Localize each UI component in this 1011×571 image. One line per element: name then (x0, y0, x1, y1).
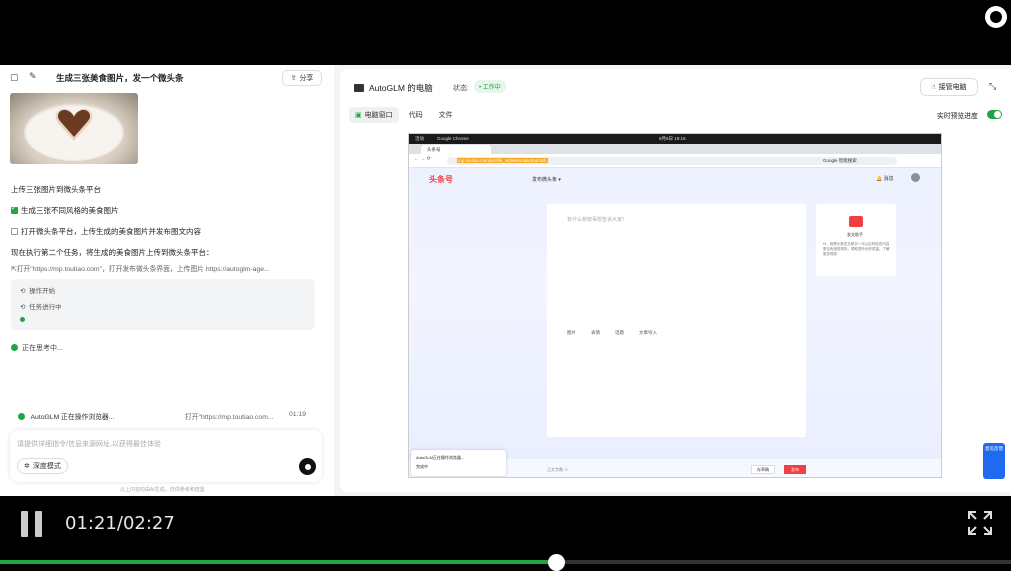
progress-fill (0, 560, 557, 564)
progress-dot (20, 317, 25, 324)
browser-tab[interactable]: 头条号 (421, 145, 491, 154)
live-preview-toggle[interactable] (987, 110, 1002, 119)
collapse-icon[interactable]: ⤡ (989, 81, 996, 92)
message-executing: 现在执行第二个任务，将生成的美食图片上传到微头条平台： (11, 248, 214, 257)
publish-button[interactable]: 发布 (784, 465, 806, 474)
deep-mode-button[interactable]: ✲ 深度模式 (17, 458, 68, 474)
step-item: ⟲ 操作开始 (20, 288, 56, 295)
remote-desktop-screen[interactable]: 活动 Google Chrome 8月8日 19:15 头条号 ← → ⟳ mp… (408, 133, 942, 478)
editor-tool-emoji[interactable]: 表情 (591, 330, 600, 336)
message-upload-line: 上传三张图片到微头条平台 (11, 185, 101, 194)
green-dot-icon (18, 413, 25, 420)
live-preview-label: 实时预览进度 (937, 113, 978, 120)
post-editor[interactable]: 有什么新鲜事想告诉大家？ 图片 表情 话题 文章导入 (547, 204, 806, 437)
checked-box-icon (11, 204, 18, 214)
task-item-done: 生成三张不同风格的美食图片 (11, 204, 119, 216)
sidebar-toggle-icon[interactable]: ▢ (10, 72, 19, 83)
nav-arrows-icon[interactable]: ← → ⟳ (414, 156, 431, 162)
operation-status-row[interactable]: AutoGLM 正在操作浏览器... 打开"https://mp.toutiao… (11, 411, 311, 421)
action-detail: ⇱打开"https://mp.toutiao.com"，打开发布微头条界面，上传… (11, 266, 270, 273)
playback-time: 01:21/02:27 (65, 513, 175, 534)
video-player-controls: 01:21/02:27 (0, 496, 1011, 571)
notification-icon[interactable] (985, 6, 1007, 28)
message-bell[interactable]: 🔔 消息 (876, 175, 894, 182)
step-icon: ⟲ (20, 288, 26, 295)
computer-title: AutoGLM 的电脑 (354, 82, 433, 94)
video-top-bar (0, 0, 1011, 65)
app-window: ▢ ✎ 生成三张美食图片，发一个微头条 ⇪ 分享 上传三张图片到微头条平台 生成… (0, 65, 1011, 496)
chat-panel: ▢ ✎ 生成三张美食图片，发一个微头条 ⇪ 分享 上传三张图片到微头条平台 生成… (0, 65, 334, 496)
editor-tool-import[interactable]: 文章导入 (639, 330, 657, 336)
clock: 8月8日 19:15 (659, 136, 686, 141)
writing-assistant-card: 发文助手 Hi，我是头条发文助手～可以实时检查内容是否有违规风险，帮助提升创作质… (816, 204, 896, 276)
agent-overlay-status: AutoGLM正在操作浏览器... 完成中 (411, 450, 506, 476)
send-button[interactable] (299, 458, 316, 475)
green-dot-icon (11, 344, 18, 351)
atom-icon: ✲ (24, 463, 30, 470)
chat-input-box[interactable]: 请提供详细指令/信息来源网址,以获得最佳体验 ✲ 深度模式 (10, 430, 322, 482)
tab-code[interactable]: 代码 (403, 107, 429, 123)
chat-title: 生成三张美食图片，发一个微头条 (56, 73, 184, 83)
word-count: 正文字数: 0 (547, 467, 568, 472)
feedback-float-button[interactable]: 意见反馈 (983, 443, 1005, 479)
computer-tabs: ▣ 电脑窗口 代码 文件 (349, 107, 459, 123)
status-label: 状态: (453, 85, 469, 92)
thinking-indicator: 正在思考中... (11, 343, 63, 353)
tab-files[interactable]: 文件 (433, 107, 459, 123)
browser-toolbar: ← → ⟳ mp.toutiao.com/profile_v4/weitouti… (409, 154, 941, 168)
step-icon: ⟲ (20, 304, 26, 311)
editor-tool-topic[interactable]: 话题 (615, 330, 624, 336)
robot-icon (849, 216, 863, 227)
chat-input-placeholder[interactable]: 请提供详细指令/信息来源网址,以获得最佳体验 (17, 439, 161, 449)
editor-tool-image[interactable]: 图片 (567, 330, 576, 336)
share-button[interactable]: ⇪ 分享 (282, 70, 322, 86)
pause-button[interactable] (21, 511, 43, 537)
toutiao-page: 头条号 发布微头条 ▾ 🔔 消息 有什么新鲜事想告诉大家？ 图片 表情 话题 文… (409, 168, 941, 477)
ubuntu-top-bar: 活动 Google Chrome 8月8日 19:15 (409, 134, 941, 144)
monitor-icon (354, 84, 364, 92)
browser-tab-strip: 头条号 (409, 144, 941, 154)
takeover-button[interactable]: ☝ 接管电脑 (920, 78, 978, 96)
unchecked-box-icon (11, 228, 18, 235)
editor-placeholder[interactable]: 有什么新鲜事想告诉大家？ (567, 216, 627, 223)
tab-computer-window[interactable]: ▣ 电脑窗口 (349, 107, 399, 123)
save-draft-button[interactable]: 存草稿 (751, 465, 775, 474)
avatar[interactable] (911, 173, 920, 182)
publish-menu[interactable]: 发布微头条 ▾ (532, 176, 561, 183)
toutiao-logo[interactable]: 头条号 (429, 174, 453, 185)
fullscreen-icon[interactable] (967, 510, 993, 536)
hand-icon: ☝ (931, 84, 936, 91)
computer-panel: AutoGLM 的电脑 状态: • 工作中 ☝ 接管电脑 ⤡ ▣ 电脑窗口 代码 文… (340, 69, 1011, 492)
progress-track[interactable] (0, 560, 1011, 564)
new-chat-icon[interactable]: ✎ (29, 71, 37, 82)
progress-knob[interactable] (548, 554, 566, 571)
share-icon: ⇪ (290, 75, 297, 82)
step-item: ⟲ 任务进行中 (20, 304, 62, 311)
editor-toolbar: 图片 表情 话题 文章导入 (567, 330, 657, 336)
google-search-chip[interactable]: Google 智能搜索 (823, 157, 857, 165)
chat-header: ▢ ✎ 生成三张美食图片，发一个微头条 ⇪ 分享 (0, 65, 334, 91)
disclaimer: 以上内容均由AI生成，仅供参考和借鉴 (120, 487, 205, 493)
window-icon: ▣ (355, 112, 362, 119)
food-image-thumbnail[interactable] (10, 93, 138, 164)
task-item-pending: 打开微头条平台，上传生成的美食图片并发布图文内容 (11, 226, 201, 237)
steps-box: ⟲ 操作开始 ⟲ 任务进行中 (11, 279, 315, 330)
heart-cake-icon (55, 108, 93, 141)
status-badge: • 工作中 (474, 80, 506, 93)
